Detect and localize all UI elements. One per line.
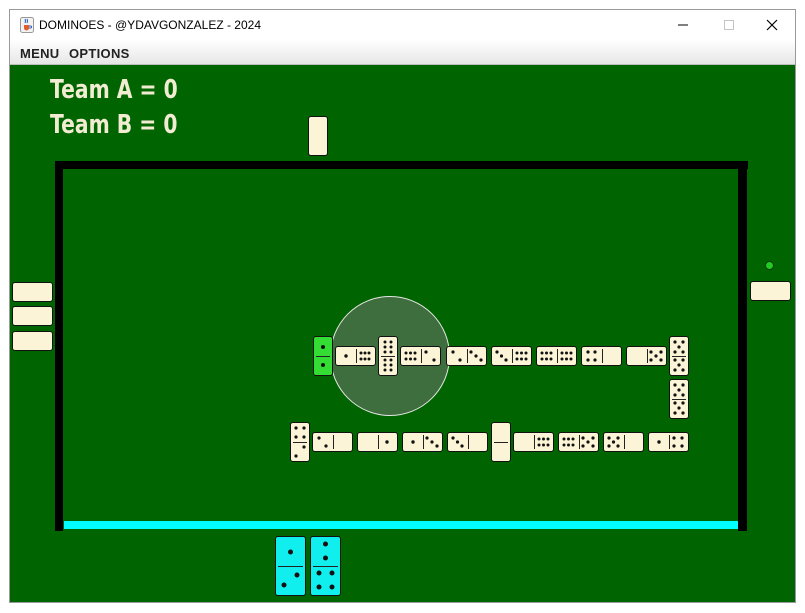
maximize-button[interactable]	[706, 10, 752, 40]
domino-pips	[586, 350, 597, 362]
board-tile[interactable]	[603, 432, 644, 452]
domino-pips	[649, 350, 663, 362]
board-tile[interactable]	[558, 432, 599, 452]
domino-pips	[451, 350, 483, 362]
domino-pips	[344, 351, 371, 361]
domino-pips	[537, 437, 550, 447]
board-tile[interactable]	[536, 346, 577, 366]
domino-pips	[607, 436, 620, 448]
board-tile[interactable]	[378, 336, 398, 376]
board-tile[interactable]	[400, 346, 441, 366]
board-tile[interactable]	[669, 336, 689, 376]
menu-bar: MENU OPTIONS	[10, 40, 795, 65]
domino-pips	[657, 436, 684, 448]
right-rail	[738, 161, 747, 531]
domino-pips	[321, 345, 325, 367]
player-hand-tile[interactable]	[275, 536, 306, 596]
game-window: DOMINOES - @YDAVGONZALEZ - 2024 MENU OPT…	[0, 0, 805, 613]
board-tile[interactable]	[313, 336, 333, 376]
board-tile[interactable]	[335, 346, 376, 366]
domino-pips	[294, 426, 306, 458]
domino-pips	[281, 549, 300, 588]
player-hand-tile[interactable]	[310, 536, 341, 596]
domino-pips	[404, 350, 436, 362]
domino-pips	[673, 383, 685, 415]
close-button[interactable]	[749, 10, 795, 40]
player-rail	[64, 521, 738, 529]
left-rail	[55, 161, 63, 531]
team-a-score: Team A = 0	[50, 75, 178, 105]
domino-pips	[451, 436, 464, 448]
domino-pips	[562, 436, 595, 448]
left-opponent-tile	[12, 306, 53, 326]
domino-pips	[383, 340, 393, 372]
left-opponent-tile	[12, 282, 53, 302]
board-tile[interactable]	[446, 346, 487, 366]
top-rail	[55, 161, 748, 169]
board-tile[interactable]	[581, 346, 622, 366]
java-cup-icon	[20, 17, 34, 33]
board-tile[interactable]	[491, 346, 532, 366]
board-tile[interactable]	[669, 379, 689, 419]
board-tile[interactable]	[312, 432, 353, 452]
domino-pips	[540, 351, 573, 361]
board-tile[interactable]	[626, 346, 667, 366]
close-icon	[766, 19, 778, 31]
domino-pips	[411, 436, 439, 448]
minimize-button[interactable]	[660, 10, 706, 40]
board-tile[interactable]	[402, 432, 443, 452]
board-tile[interactable]	[290, 422, 310, 462]
menu-item-menu[interactable]: MENU	[20, 46, 59, 61]
maximize-icon	[724, 20, 734, 30]
turn-indicator-dot	[765, 261, 774, 270]
title-bar: DOMINOES - @YDAVGONZALEZ - 2024	[10, 10, 795, 40]
team-b-score: Team B = 0	[50, 110, 178, 140]
board-tile[interactable]	[357, 432, 398, 452]
domino-pips	[385, 440, 389, 444]
game-board: Team A = 0 Team B = 0	[10, 65, 795, 602]
domino-pips	[673, 340, 685, 372]
right-opponent-tile	[750, 281, 791, 301]
domino-pips	[316, 541, 335, 590]
board-tile[interactable]	[648, 432, 689, 452]
window-title: DOMINOES - @YDAVGONZALEZ - 2024	[39, 18, 262, 32]
top-opponent-tile	[308, 116, 328, 156]
domino-pips	[317, 436, 328, 448]
board-tile[interactable]	[513, 432, 554, 452]
menu-item-options[interactable]: OPTIONS	[69, 46, 130, 61]
board-tile[interactable]	[491, 422, 511, 462]
board-tile[interactable]	[447, 432, 488, 452]
minimize-icon	[678, 24, 688, 26]
domino-pips	[495, 350, 528, 362]
left-opponent-tile	[12, 331, 53, 351]
